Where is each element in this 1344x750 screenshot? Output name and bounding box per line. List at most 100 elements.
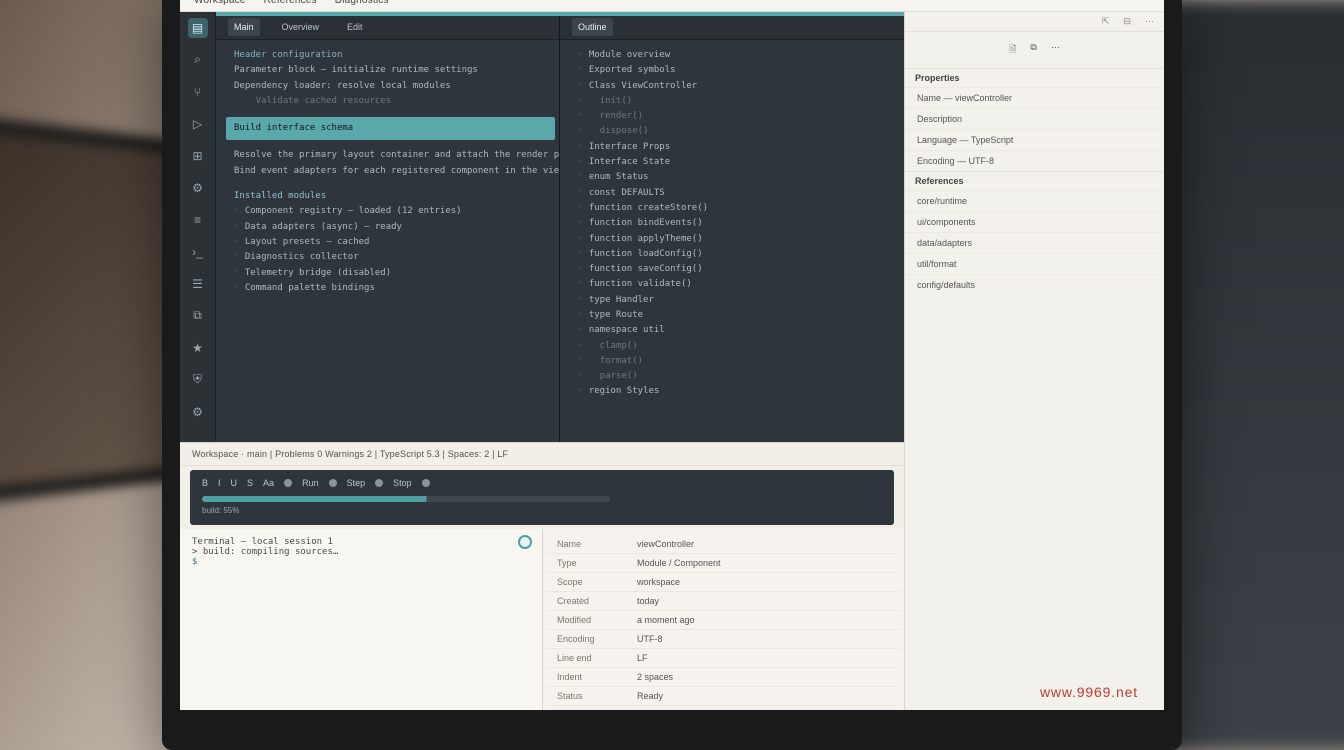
property-value: today	[637, 596, 890, 606]
outline-item[interactable]: function bindEvents()	[578, 216, 892, 231]
editor-pane-left: Main Overview Edit Header configuration …	[216, 16, 560, 442]
property-key: Type	[557, 558, 637, 568]
menu-item-workspace[interactable]: Workspace	[194, 0, 246, 6]
side-panel: ⇱ ⊟ ⋯ 🗎 ⧉ ⋯ Properties Name — viewContro…	[904, 12, 1164, 710]
background-shelf-blur	[1164, 0, 1344, 750]
menu-item-diagnostics[interactable]: Diagnostics	[335, 0, 389, 6]
side-panel-item[interactable]: Name — viewController	[905, 87, 1164, 108]
watermark-text: www.9969.net	[1040, 684, 1138, 700]
outline-item[interactable]: function applyTheme()	[578, 232, 892, 247]
tool-under[interactable]: U	[231, 478, 238, 488]
side-panel-item[interactable]: Encoding — UTF-8	[905, 150, 1164, 171]
outline-item[interactable]: Interface State	[578, 155, 892, 170]
monitor-bezel: Workspace References Diagnostics ▤ ⌕ ⑂ ▷…	[162, 0, 1182, 750]
outline-item[interactable]: function loadConfig()	[578, 247, 892, 262]
separator-dot	[329, 479, 337, 487]
more-icon[interactable]: ⋯	[1051, 42, 1060, 58]
branch-icon[interactable]: ⑂	[188, 82, 208, 102]
collapse-icon[interactable]: ⊟	[1123, 16, 1131, 27]
shield-icon[interactable]: ⛨	[188, 370, 208, 390]
property-row: EncodingUTF-8	[547, 630, 900, 649]
side-panel-item[interactable]: config/defaults	[905, 274, 1164, 295]
outline-item[interactable]: Interface Props	[578, 140, 892, 155]
tab-overview[interactable]: Overview	[276, 18, 326, 36]
property-row: NameviewController	[547, 535, 900, 554]
tool-step[interactable]: Step	[347, 478, 366, 488]
outline-item[interactable]: const DEFAULTS	[578, 186, 892, 201]
side-panel-item[interactable]: Language — TypeScript	[905, 129, 1164, 150]
outline-item[interactable]: Class ViewController	[578, 79, 892, 94]
outline-item[interactable]: render()	[578, 109, 892, 124]
outline-item[interactable]: clamp()	[578, 339, 892, 354]
tool-stop[interactable]: Stop	[393, 478, 412, 488]
search-icon[interactable]: ⌕	[188, 50, 208, 70]
pin-icon[interactable]: ⇱	[1102, 16, 1110, 27]
side-panel-item[interactable]: data/adapters	[905, 232, 1164, 253]
outline-body[interactable]: Module overview Exported symbols Class V…	[560, 40, 904, 442]
tool-italic[interactable]: I	[218, 478, 221, 488]
outline-item[interactable]: namespace util	[578, 323, 892, 338]
extensions-icon[interactable]: ⊞	[188, 146, 208, 166]
status-badge-icon	[518, 535, 532, 549]
progress-label: build: 55%	[202, 506, 882, 515]
outline-item[interactable]: parse()	[578, 369, 892, 384]
outline-item[interactable]: function createStore()	[578, 201, 892, 216]
side-panel-item[interactable]: Description	[905, 108, 1164, 129]
file-icon[interactable]: 🗎	[1009, 42, 1016, 58]
terminal-panel[interactable]: Terminal — local session 1 > build: comp…	[180, 529, 542, 710]
outline-item[interactable]: format()	[578, 354, 892, 369]
database-icon[interactable]: ≡	[188, 210, 208, 230]
outline-item[interactable]: init()	[578, 94, 892, 109]
terminal-prompt[interactable]: $	[192, 557, 530, 567]
files-icon[interactable]: ▤	[188, 18, 208, 38]
terminal-icon[interactable]: ›_	[188, 242, 208, 262]
property-value: viewController	[637, 539, 890, 549]
outline-item[interactable]: Module overview	[578, 48, 892, 63]
progress-bar[interactable]	[202, 496, 610, 502]
tool-case[interactable]: Aa	[263, 478, 274, 488]
outline-item[interactable]: function saveConfig()	[578, 262, 892, 277]
bottom-area: Workspace · main | Problems 0 Warnings 2…	[180, 442, 904, 710]
outline-item[interactable]: dispose()	[578, 124, 892, 139]
code-line: Bind event adapters for each registered …	[234, 164, 547, 179]
tab-main[interactable]: Main	[228, 18, 260, 36]
copy-icon[interactable]: ⧉	[1030, 42, 1036, 58]
outline-item[interactable]: type Handler	[578, 293, 892, 308]
outline-item[interactable]: enum Status	[578, 170, 892, 185]
tool-bold[interactable]: B	[202, 478, 208, 488]
property-row: Modifieda moment ago	[547, 611, 900, 630]
side-panel-item[interactable]: core/runtime	[905, 190, 1164, 211]
terminal-line: Terminal — local session 1	[192, 537, 530, 547]
debug-icon[interactable]: ▷	[188, 114, 208, 134]
side-panel-item[interactable]: util/format	[905, 253, 1164, 274]
bookmark-icon[interactable]: ★	[188, 338, 208, 358]
chart-icon[interactable]: ⧉	[188, 306, 208, 326]
outline-item[interactable]: type Route	[578, 308, 892, 323]
property-value: Ready	[637, 691, 890, 701]
more-icon[interactable]: ⋯	[1145, 16, 1154, 27]
property-value: 2 spaces	[637, 672, 890, 682]
editor-tabs-left: Main Overview Edit	[216, 16, 559, 40]
toolbar: B I U S Aa Run Step Stop build:	[190, 470, 894, 525]
code-highlight-line[interactable]: Build interface schema	[226, 117, 555, 140]
tool-run[interactable]: Run	[302, 478, 319, 488]
tab-edit[interactable]: Edit	[341, 18, 369, 36]
property-row: Scopeworkspace	[547, 573, 900, 592]
code-line: Resolve the primary layout container and…	[234, 148, 547, 163]
separator-dot	[422, 479, 430, 487]
gear-icon[interactable]: ⚙	[188, 402, 208, 422]
property-value: Module / Component	[637, 558, 890, 568]
outline-header: Outline	[560, 16, 904, 40]
outline-item[interactable]: function validate()	[578, 277, 892, 292]
separator-dot	[284, 479, 292, 487]
outline-item[interactable]: region Styles	[578, 384, 892, 399]
editor-body-left[interactable]: Header configuration Parameter block — i…	[216, 40, 559, 442]
outline-item[interactable]: Exported symbols	[578, 63, 892, 78]
property-key: Name	[557, 539, 637, 549]
settings-icon[interactable]: ⚙	[188, 178, 208, 198]
code-line: Validate cached resources	[234, 94, 547, 109]
menu-item-references[interactable]: References	[264, 0, 317, 6]
tool-strike[interactable]: S	[247, 478, 253, 488]
layers-icon[interactable]: ☰	[188, 274, 208, 294]
side-panel-item[interactable]: ui/components	[905, 211, 1164, 232]
